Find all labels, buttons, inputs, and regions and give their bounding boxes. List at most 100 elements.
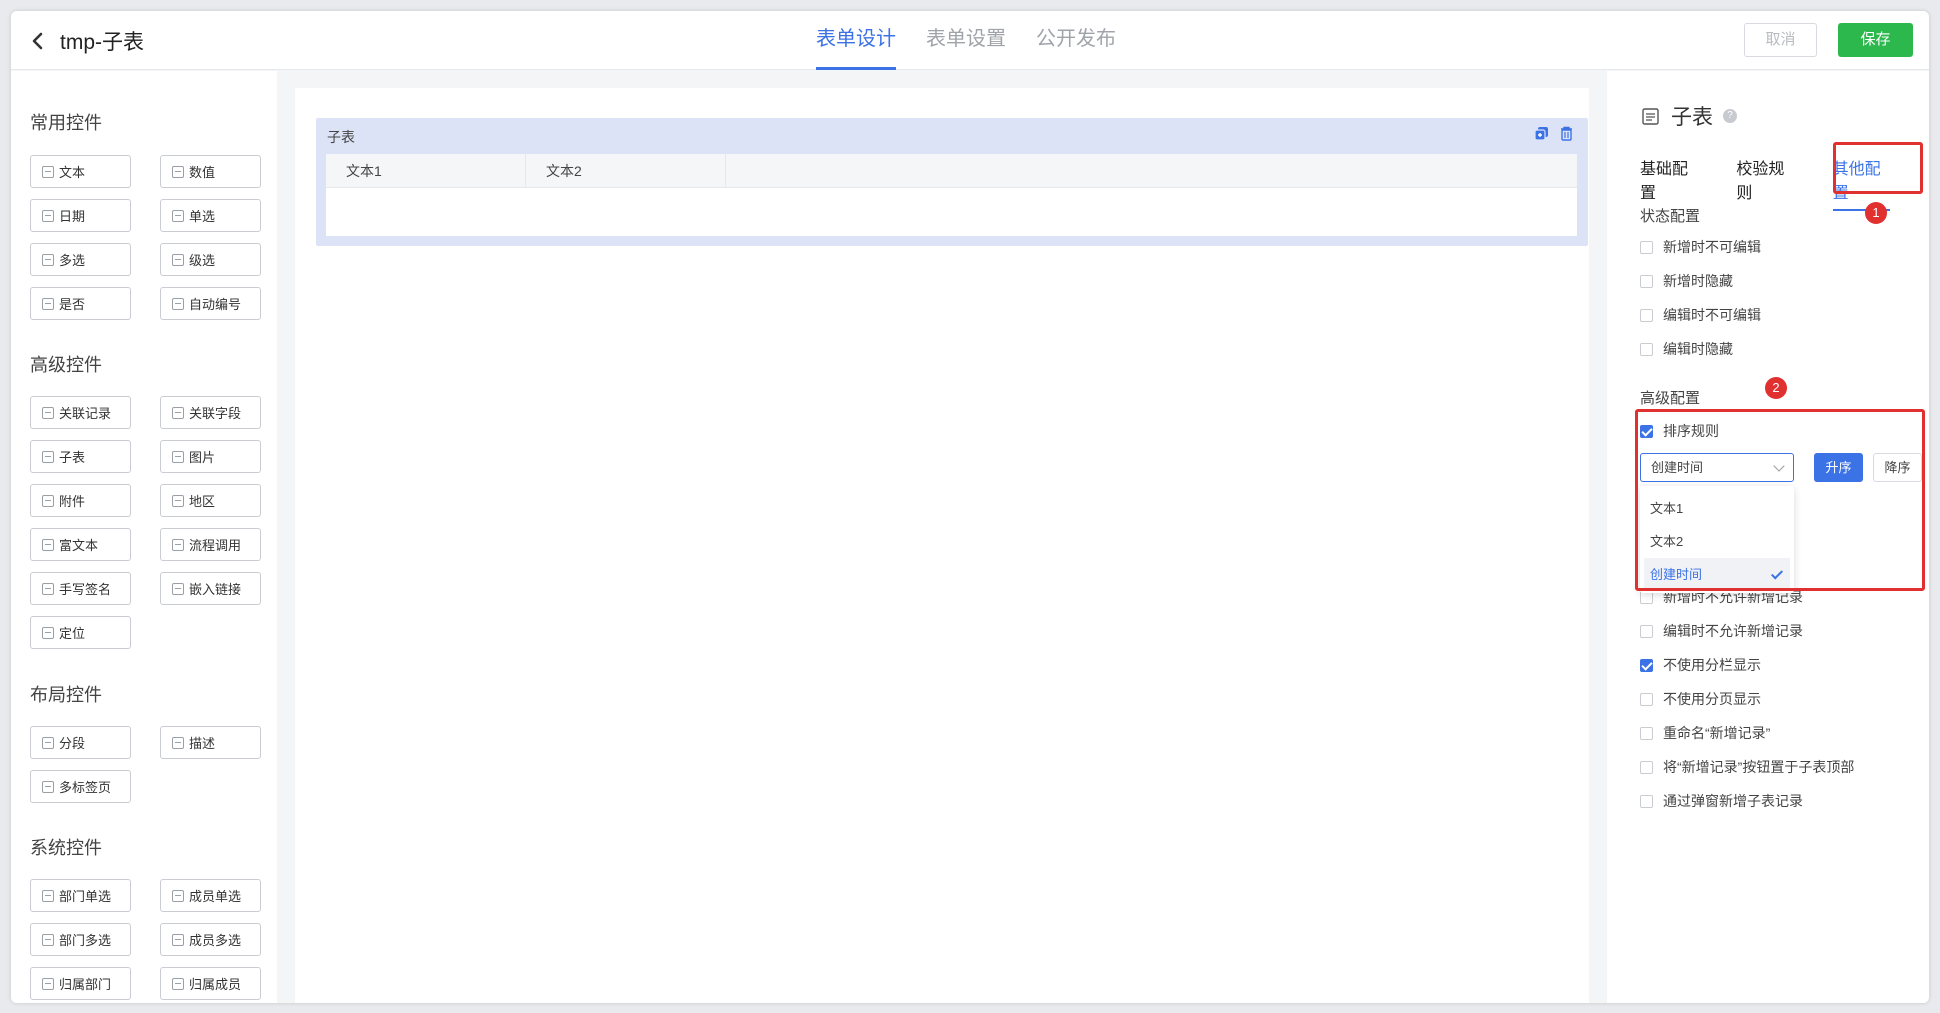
component-label: 归属成员 (189, 977, 242, 992)
subtable-field[interactable]: 子表 文本1 文本2 (316, 118, 1588, 246)
owner-dept-icon (42, 977, 54, 990)
component-label: 成员单选 (189, 889, 242, 904)
option-add-not-editable[interactable]: 新增时不可编辑 (1640, 237, 1761, 257)
property-header: 子表 ? (1642, 101, 1737, 131)
tab-form-settings[interactable]: 表单设置 (926, 11, 1006, 70)
component-member-single[interactable]: 成员单选 (160, 879, 261, 912)
app-window: tmp-子表 表单设计 表单设置 公开发布 取消 保存 常用控件 文本 数值 日… (11, 11, 1929, 1003)
department-icon (42, 933, 54, 946)
option-add-button-top[interactable]: 将“新增记录”按钮置于子表顶部 (1640, 757, 1854, 777)
component-rich-text[interactable]: 富文本 (30, 528, 131, 561)
component-label: 图片 (189, 450, 216, 465)
checkbox[interactable] (1640, 692, 1653, 706)
subtable-column-header[interactable]: 文本1 (326, 154, 526, 187)
tab-form-design[interactable]: 表单设计 (816, 11, 896, 70)
component-location[interactable]: 定位 (30, 616, 131, 649)
option-rename-add-record[interactable]: 重命名“新增记录” (1640, 723, 1770, 743)
description-icon (172, 736, 184, 749)
component-embed-link[interactable]: 嵌入链接 (160, 572, 261, 605)
component-owner-dept[interactable]: 归属部门 (30, 967, 131, 1000)
option-popup-add[interactable]: 通过弹窗新增子表记录 (1640, 791, 1803, 811)
option-no-pagination[interactable]: 不使用分页显示 (1640, 689, 1761, 709)
option-no-columns[interactable]: 不使用分栏显示 (1640, 655, 1761, 675)
option-sort-rule[interactable]: 排序规则 (1640, 421, 1719, 441)
descending-button[interactable]: 降序 (1873, 453, 1922, 482)
component-label: 描述 (189, 736, 216, 751)
component-date[interactable]: 日期 (30, 199, 131, 232)
member-icon (172, 933, 184, 946)
component-auto-number[interactable]: 自动编号 (160, 287, 261, 320)
component-image[interactable]: 图片 (160, 440, 261, 473)
option-add-hidden[interactable]: 新增时隐藏 (1640, 271, 1733, 291)
checkbox[interactable] (1640, 794, 1653, 808)
checkbox-checked[interactable] (1640, 424, 1653, 438)
checkbox[interactable] (1640, 308, 1653, 322)
copy-icon[interactable] (1534, 126, 1549, 141)
help-icon[interactable]: ? (1723, 109, 1737, 123)
component-multi-tab[interactable]: 多标签页 (30, 770, 131, 803)
component-related-field[interactable]: 关联字段 (160, 396, 261, 429)
component-owner-member[interactable]: 归属成员 (160, 967, 261, 1000)
component-label: 流程调用 (189, 538, 242, 553)
cascade-icon (172, 253, 184, 266)
component-region[interactable]: 地区 (160, 484, 261, 517)
option-label: 创建时间 (1650, 567, 1703, 582)
check-icon (1770, 567, 1784, 580)
checkbox[interactable] (1640, 760, 1653, 774)
checkbox[interactable] (1640, 274, 1653, 288)
component-dept-multi[interactable]: 部门多选 (30, 923, 131, 956)
section-advanced: 高级配置 (1640, 390, 1701, 407)
delete-icon[interactable] (1559, 126, 1574, 141)
component-number[interactable]: 数值 (160, 155, 261, 188)
tab-basic-config[interactable]: 基础配置 (1640, 155, 1697, 203)
option-edit-hidden[interactable]: 编辑时隐藏 (1640, 339, 1733, 359)
dropdown-option[interactable]: 文本2 (1640, 525, 1794, 558)
component-label: 分段 (59, 736, 86, 751)
checkbox[interactable] (1640, 240, 1653, 254)
component-single-select[interactable]: 单选 (160, 199, 261, 232)
annotation-marker-1: 1 (1865, 202, 1887, 224)
component-text[interactable]: 文本 (30, 155, 131, 188)
dropdown-option[interactable]: 文本1 (1640, 492, 1794, 525)
checkbox[interactable] (1640, 726, 1653, 740)
cancel-button[interactable]: 取消 (1744, 23, 1817, 57)
section-status: 状态配置 (1640, 208, 1701, 225)
subtable-column-header[interactable]: 文本2 (526, 154, 726, 187)
component-section[interactable]: 分段 (30, 726, 131, 759)
sort-field-select[interactable]: 创建时间 (1640, 453, 1794, 482)
save-button[interactable]: 保存 (1838, 23, 1913, 57)
ascending-button[interactable]: 升序 (1814, 453, 1863, 482)
component-yes-no[interactable]: 是否 (30, 287, 131, 320)
property-title: 子表 (1671, 106, 1713, 129)
checkbox-checked[interactable] (1640, 658, 1653, 672)
component-related-record[interactable]: 关联记录 (30, 396, 131, 429)
component-description[interactable]: 描述 (160, 726, 261, 759)
tab-other-config[interactable]: 其他配置 (1832, 155, 1891, 211)
component-cascade[interactable]: 级选 (160, 243, 261, 276)
component-member-multi[interactable]: 成员多选 (160, 923, 261, 956)
subtable-actions (1534, 126, 1574, 141)
group-title-system: 系统控件 (30, 838, 102, 858)
component-label: 级选 (189, 253, 216, 268)
dropdown-option-selected[interactable]: 创建时间 (1644, 558, 1790, 591)
link-record-icon (42, 406, 54, 419)
option-label: 编辑时不可编辑 (1663, 307, 1761, 323)
component-multi-select[interactable]: 多选 (30, 243, 131, 276)
checkbox[interactable] (1640, 624, 1653, 638)
tab-public-release[interactable]: 公开发布 (1036, 11, 1116, 70)
component-attachment[interactable]: 附件 (30, 484, 131, 517)
group-title-advanced: 高级控件 (30, 355, 102, 375)
option-edit-not-editable[interactable]: 编辑时不可编辑 (1640, 305, 1761, 325)
tabs-icon (42, 780, 54, 793)
tab-validation-rules[interactable]: 校验规则 (1736, 155, 1793, 203)
option-edit-no-new-record[interactable]: 编辑时不允许新增记录 (1640, 621, 1803, 641)
component-signature[interactable]: 手写签名 (30, 572, 131, 605)
radio-icon (172, 209, 184, 222)
back-button[interactable]: tmp-子表 (30, 26, 144, 56)
option-label: 通过弹窗新增子表记录 (1663, 793, 1803, 809)
component-process-call[interactable]: 流程调用 (160, 528, 261, 561)
component-subtable[interactable]: 子表 (30, 440, 131, 473)
component-dept-single[interactable]: 部门单选 (30, 879, 131, 912)
component-label: 部门单选 (59, 889, 112, 904)
checkbox[interactable] (1640, 342, 1653, 356)
